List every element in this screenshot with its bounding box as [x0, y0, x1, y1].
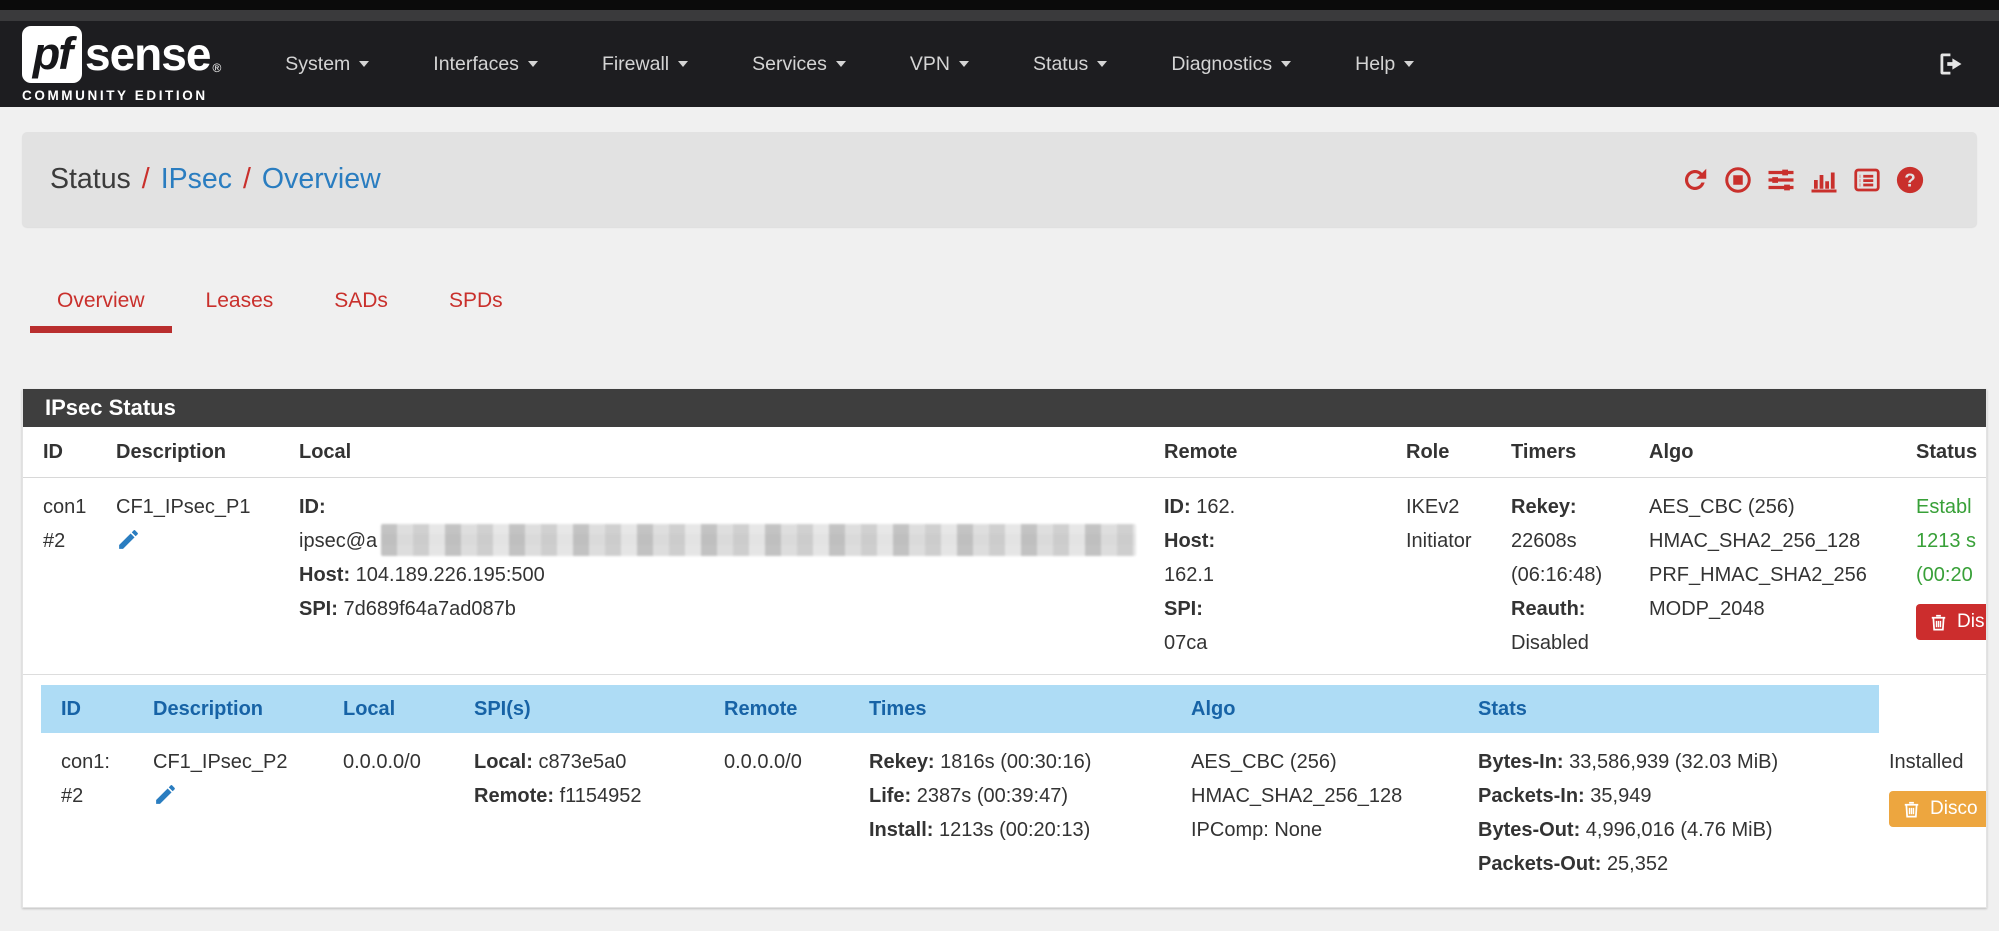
cell-id: con1: #2 — [41, 733, 143, 893]
pfsense-logo[interactable]: pf sense ® COMMUNITY EDITION — [22, 26, 221, 103]
refresh-icon[interactable] — [1680, 165, 1710, 195]
child-table-header-row: ID Description Local SPI(s) Remote Times… — [41, 685, 1986, 733]
redacted-blur — [381, 524, 1136, 556]
status-text: Installed — [1889, 745, 1986, 779]
menu-item-help[interactable]: Help — [1329, 53, 1440, 76]
list-icon[interactable] — [1852, 165, 1882, 195]
col-header-remote: Remote — [1154, 427, 1396, 478]
menu-item-firewall[interactable]: Firewall — [576, 53, 714, 76]
page-action-icons: ? — [1680, 165, 1925, 195]
chevron-down-icon — [1097, 61, 1107, 67]
tab-spds[interactable]: SPDs — [422, 283, 530, 333]
child-sa-section: ID Description Local SPI(s) Remote Times… — [41, 685, 1986, 893]
cell-role: IKEv2 Initiator — [1396, 478, 1501, 675]
col-header-actions — [1879, 685, 1986, 733]
cell-remote: 0.0.0.0/0 — [714, 733, 859, 893]
breadcrumb-separator: / — [243, 163, 251, 195]
col-header-times: Times — [859, 685, 1181, 733]
ike-table-header-row: ID Description Local Remote Role Timers … — [23, 427, 1986, 478]
panel-title: IPsec Status — [23, 389, 1986, 427]
child-sa-row: con1: #2 CF1_IPsec_P2 0.0.0.0/0 — [41, 733, 1986, 893]
community-edition-label: COMMUNITY EDITION — [22, 88, 221, 103]
menu-item-system[interactable]: System — [259, 53, 395, 76]
cell-local: 0.0.0.0/0 — [333, 733, 464, 893]
cell-times: Rekey: 1816s (00:30:16) Life: 2387s (00:… — [859, 733, 1181, 893]
chevron-down-icon — [1404, 61, 1414, 67]
cell-status: Installed Disco — [1879, 733, 1986, 893]
menu-item-diagnostics[interactable]: Diagnostics — [1145, 53, 1317, 76]
tab-leases[interactable]: Leases — [179, 283, 301, 333]
cell-description: CF1_IPsec_P1 — [106, 478, 289, 675]
top-strip-dark — [0, 0, 1999, 10]
cell-stats: Bytes-In: 33,586,939 (32.03 MiB) Packets… — [1468, 733, 1879, 893]
trash-icon — [1929, 613, 1948, 632]
menu-item-vpn[interactable]: VPN — [884, 53, 995, 76]
chevron-down-icon — [1281, 61, 1291, 67]
pencil-icon[interactable] — [116, 527, 141, 552]
menu-item-services[interactable]: Services — [726, 53, 872, 76]
breadcrumb-separator: / — [142, 163, 150, 195]
cell-timers: Rekey: 22608s (06:16:48) Reauth: Disable… — [1501, 478, 1639, 675]
col-header-algo: Algo — [1639, 427, 1906, 478]
tab-overview[interactable]: Overview — [30, 283, 172, 333]
col-header-stats: Stats — [1468, 685, 1879, 733]
col-header-timers: Timers — [1501, 427, 1639, 478]
chevron-down-icon — [528, 61, 538, 67]
cell-description: CF1_IPsec_P2 — [143, 733, 333, 893]
col-header-id: ID — [41, 685, 143, 733]
pencil-icon[interactable] — [153, 782, 178, 807]
cell-remote: ID: 162. Host: 162.1 SPI: 07ca — [1154, 478, 1396, 675]
svg-text:?: ? — [1904, 169, 1915, 190]
cell-local: ID: ipsec@a Host: 104.189.226.195:500 SP… — [289, 478, 1154, 675]
tab-sads[interactable]: SADs — [307, 283, 415, 333]
col-header-remote: Remote — [714, 685, 859, 733]
panel-body: ID Description Local Remote Role Timers … — [23, 427, 1986, 907]
help-icon[interactable]: ? — [1895, 165, 1925, 195]
navbar: pf sense ® COMMUNITY EDITION System Inte… — [0, 21, 1999, 107]
col-header-role: Role — [1396, 427, 1501, 478]
breadcrumb-bar: Status / IPsec / Overview ? — [22, 132, 1977, 227]
col-header-local: Local — [333, 685, 464, 733]
sign-out-icon[interactable] — [1937, 50, 1965, 78]
disconnect-button[interactable]: Dis — [1916, 604, 1986, 640]
cell-status: Establ 1213 s (00:20 Dis — [1906, 478, 1986, 675]
cell-algo: AES_CBC (256) HMAC_SHA2_256_128 IPComp: … — [1181, 733, 1468, 893]
stop-icon[interactable] — [1723, 165, 1753, 195]
col-header-local: Local — [289, 427, 1154, 478]
breadcrumb-section: Status — [50, 163, 131, 195]
top-strip-gray — [0, 10, 1999, 21]
chevron-down-icon — [836, 61, 846, 67]
child-sa-table: ID Description Local SPI(s) Remote Times… — [41, 685, 1986, 893]
bar-chart-icon[interactable] — [1809, 165, 1839, 195]
chevron-down-icon — [359, 61, 369, 67]
chevron-down-icon — [959, 61, 969, 67]
ike-sa-row: con1 #2 CF1_IPsec_P1 ID: ipsec@a — [23, 478, 1986, 675]
ipsec-status-panel: IPsec Status ID Description Local Remote… — [22, 389, 1987, 908]
col-header-algo: Algo — [1181, 685, 1468, 733]
ipsec-tabs: Overview Leases SADs SPDs — [30, 283, 1999, 333]
chevron-down-icon — [678, 61, 688, 67]
cell-id: con1 #2 — [23, 478, 106, 675]
disconnect-button[interactable]: Disco — [1889, 791, 1986, 827]
ike-sa-table: ID Description Local Remote Role Timers … — [23, 427, 1986, 675]
menu-item-status[interactable]: Status — [1007, 53, 1133, 76]
cell-algo: AES_CBC (256) HMAC_SHA2_256_128 PRF_HMAC… — [1639, 478, 1906, 675]
col-header-description: Description — [106, 427, 289, 478]
sense-logo-text: sense — [85, 27, 210, 81]
pf-logo-box: pf — [22, 26, 82, 83]
main-menu: System Interfaces Firewall Services VPN … — [259, 53, 1452, 76]
trash-icon — [1902, 800, 1921, 819]
registered-mark: ® — [212, 61, 221, 75]
breadcrumb-link-ipsec[interactable]: IPsec — [161, 163, 232, 195]
col-header-spis: SPI(s) — [464, 685, 714, 733]
breadcrumb-link-overview[interactable]: Overview — [262, 163, 381, 195]
col-header-status: Status — [1906, 427, 1986, 478]
sliders-icon[interactable] — [1766, 165, 1796, 195]
col-header-id: ID — [23, 427, 106, 478]
menu-item-interfaces[interactable]: Interfaces — [407, 53, 564, 76]
col-header-description: Description — [143, 685, 333, 733]
cell-spis: Local: c873e5a0 Remote: f1154952 — [464, 733, 714, 893]
status-text: Establ — [1916, 490, 1986, 524]
breadcrumb: Status / IPsec / Overview — [50, 163, 381, 196]
